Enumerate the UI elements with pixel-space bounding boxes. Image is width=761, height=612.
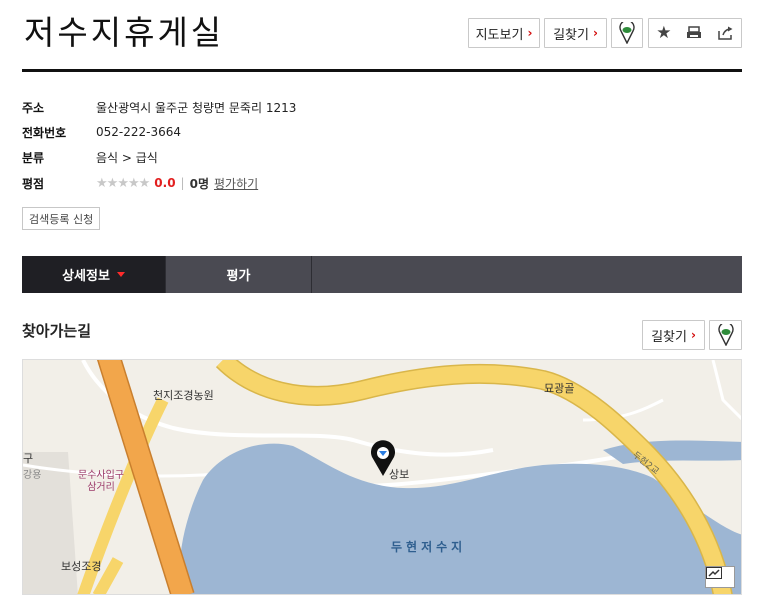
map-view-button[interactable]: 지도보기 ›: [468, 18, 540, 48]
divider: |: [180, 176, 185, 190]
map-view-label: 지도보기: [475, 27, 524, 43]
category-row: 분류 음식 > 급식: [22, 147, 158, 167]
map-label-myogwang: 묘광골: [544, 382, 575, 395]
chevron-right-icon: ›: [592, 26, 598, 40]
junction-line1: 문수사입구: [78, 470, 124, 481]
star-icon: ★: [117, 175, 129, 191]
category-value: 음식 > 급식: [96, 150, 158, 165]
rating-score: 0.0: [154, 176, 176, 190]
map-directions-button[interactable]: 길찾기 ›: [642, 320, 705, 350]
write-review-link[interactable]: 평가하기: [214, 175, 258, 192]
phone-label: 전화번호: [22, 125, 67, 140]
junction-line2: 삼거리: [87, 482, 115, 493]
star-icon[interactable]: ★: [656, 23, 671, 43]
address-row: 주소 울산광역시 울주군 청량면 문죽리 1213: [22, 97, 296, 117]
phone-value: 052-222-3664: [96, 125, 182, 139]
map-label-lake: 두현저수지: [391, 540, 467, 554]
map-directions-label: 길찾기: [651, 329, 687, 345]
rating-label: 평점: [22, 176, 45, 191]
star-icon: ★: [96, 175, 108, 191]
tab-reviews[interactable]: 평가: [165, 256, 312, 293]
map-label-sangbo: 상보: [389, 468, 410, 481]
star-icon: ★: [138, 175, 151, 191]
tab-details-label: 상세정보: [62, 269, 110, 284]
tab-reviews-label: 평가: [226, 269, 251, 284]
map-pin-button[interactable]: [709, 320, 742, 350]
location-pin-icon: [619, 22, 635, 44]
location-pin-icon: [717, 324, 734, 346]
print-icon[interactable]: [686, 26, 702, 40]
location-pin-button[interactable]: [611, 18, 643, 48]
map-view[interactable]: 천지조경농원 묘광골 상보 문수사입구 삼거리 보성조경 구 강용 두현저수지 …: [22, 359, 742, 595]
star-icon: ★: [106, 175, 119, 191]
map-label-junction: 문수사입구 삼거리: [78, 470, 124, 494]
map-label-gu: 구: [23, 452, 34, 465]
directions-button[interactable]: 길찾기 ›: [544, 18, 607, 48]
map-label-boseong: 보성조경: [61, 560, 102, 573]
tab-bar: 상세정보 평가: [22, 256, 742, 293]
map-canvas: [23, 360, 741, 594]
star-icon: ★: [127, 175, 140, 191]
caret-down-icon: [116, 272, 125, 277]
address-label: 주소: [22, 100, 45, 115]
rating-stars: ★ ★ ★ ★ ★: [96, 175, 151, 191]
map-label-garden: 천지조경농원: [153, 389, 214, 402]
directions-label: 길찾기: [553, 27, 589, 43]
chevron-right-icon: ›: [527, 26, 533, 40]
header-divider: [22, 69, 742, 72]
action-button-group: ★: [648, 18, 742, 48]
rating-row: 평점 ★ ★ ★ ★ ★ 0.0 | 0명 평가하기: [22, 173, 258, 193]
address-value: 울산광역시 울주군 청량면 문죽리 1213: [96, 100, 297, 115]
share-icon[interactable]: [717, 26, 734, 40]
chevron-right-icon: ›: [690, 328, 696, 342]
register-search-button[interactable]: 검색등록 신청: [22, 207, 101, 230]
category-label: 분류: [22, 150, 45, 165]
page-title: 저수지휴게실: [24, 13, 225, 52]
map-fullscreen-button[interactable]: [705, 566, 735, 588]
map-label-gu-sub: 강용: [23, 470, 42, 481]
section-title-directions: 찾아가는길: [22, 322, 92, 340]
map-expand-icon: [706, 567, 722, 579]
tab-details[interactable]: 상세정보: [22, 256, 165, 293]
phone-row: 전화번호 052-222-3664: [22, 122, 181, 142]
rating-count: 0명: [189, 176, 209, 191]
